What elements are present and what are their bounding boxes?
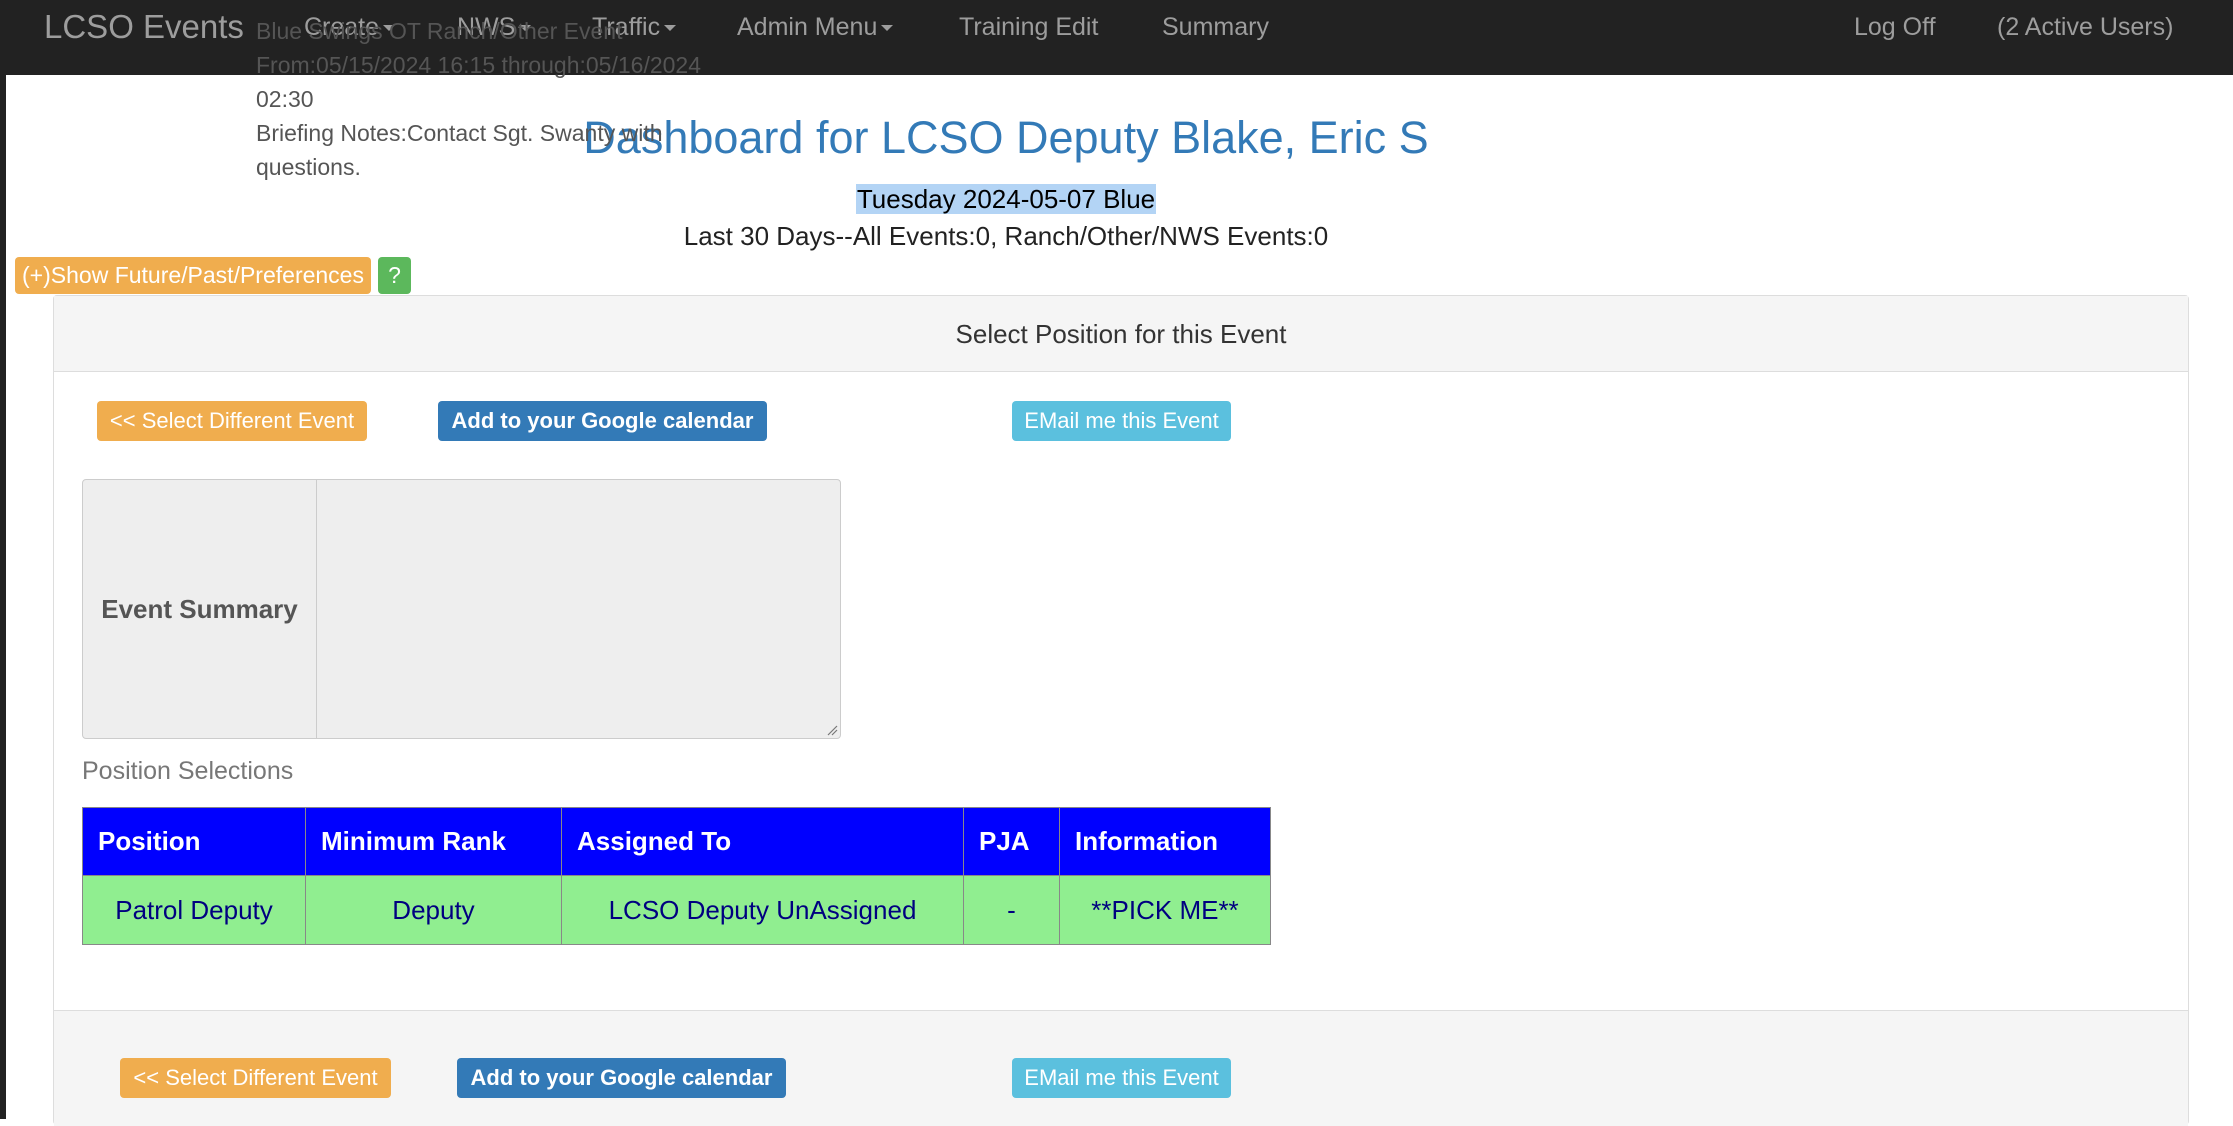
column-header-pja: PJA bbox=[963, 807, 1060, 876]
log-off-link[interactable]: Log Off bbox=[1854, 0, 1936, 54]
event-summary-label: Event Summary bbox=[83, 480, 317, 738]
position-selections-label: Position Selections bbox=[82, 757, 294, 785]
brand-link[interactable]: LCSO Events bbox=[44, 0, 244, 54]
nav-training-edit[interactable]: Training Edit bbox=[959, 0, 1098, 54]
cell-position: Patrol Deputy bbox=[82, 875, 306, 945]
table-row[interactable]: Patrol Deputy Deputy LCSO Deputy UnAssig… bbox=[82, 875, 1271, 945]
panel-heading: Select Position for this Event bbox=[54, 296, 2188, 372]
footer-add-google-calendar-button[interactable]: Add to your Google calendar bbox=[457, 1058, 786, 1098]
select-different-event-button[interactable]: << Select Different Event bbox=[97, 401, 367, 441]
summary-line: Briefing Notes:Contact Sgt. Swanty with … bbox=[256, 120, 663, 180]
date-line-container: Tuesday 2024-05-07 Blue bbox=[0, 183, 2012, 215]
positions-table: Position Minimum Rank Assigned To PJA In… bbox=[82, 807, 1271, 945]
cell-minimum-rank: Deputy bbox=[305, 875, 562, 945]
cell-pja: - bbox=[963, 875, 1060, 945]
table-header-row: Position Minimum Rank Assigned To PJA In… bbox=[82, 807, 1271, 876]
column-header-position: Position bbox=[82, 807, 306, 876]
summary-line: Blue Swings OT Ranch/Other Event bbox=[256, 18, 623, 44]
show-future-past-preferences-button[interactable]: (+)Show Future/Past/Preferences bbox=[15, 257, 371, 294]
nav-admin-label: Admin Menu bbox=[737, 13, 878, 41]
pick-me-link[interactable]: **PICK ME** bbox=[1059, 875, 1271, 945]
nav-admin-menu[interactable]: Admin Menu bbox=[737, 0, 894, 54]
stats-line: Last 30 Days--All Events:0, Ranch/Other/… bbox=[683, 221, 1329, 251]
caret-down-icon bbox=[881, 25, 894, 32]
event-summary-box: Event Summary bbox=[82, 479, 841, 739]
nav-summary[interactable]: Summary bbox=[1162, 0, 1269, 54]
event-summary-textarea[interactable]: Blue Swings OT Ranch/Other Event From:05… bbox=[256, 14, 736, 184]
cell-assigned-to: LCSO Deputy UnAssigned bbox=[561, 875, 964, 945]
footer-select-different-event-button[interactable]: << Select Different Event bbox=[120, 1058, 391, 1098]
date-line: Tuesday 2024-05-07 Blue bbox=[855, 184, 1157, 214]
resize-handle-icon[interactable] bbox=[826, 724, 838, 736]
summary-line: From:05/15/2024 16:15 through:05/16/2024… bbox=[256, 52, 702, 112]
email-event-button[interactable]: EMail me this Event bbox=[1012, 401, 1231, 441]
active-users-link[interactable]: (2 Active Users) bbox=[1997, 0, 2173, 54]
footer-email-event-button[interactable]: EMail me this Event bbox=[1012, 1058, 1231, 1098]
column-header-information: Information bbox=[1059, 807, 1271, 876]
add-google-calendar-button[interactable]: Add to your Google calendar bbox=[438, 401, 767, 441]
column-header-assigned-to: Assigned To bbox=[561, 807, 964, 876]
column-header-minimum-rank: Minimum Rank bbox=[305, 807, 562, 876]
help-button[interactable]: ? bbox=[378, 257, 411, 294]
